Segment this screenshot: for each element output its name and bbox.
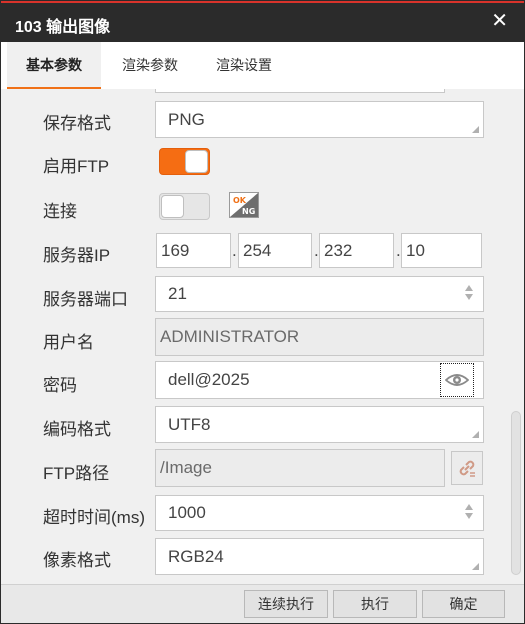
password-input[interactable]: dell@2025 xyxy=(155,361,484,399)
vertical-scrollbar[interactable] xyxy=(511,411,521,575)
svg-text:NG: NG xyxy=(242,207,255,216)
ip-octet-4-value: 10 xyxy=(406,240,425,260)
ip-octet-3-value: 232 xyxy=(324,240,353,260)
dropdown-corner-icon xyxy=(472,126,479,133)
server-ip-label: 服务器IP xyxy=(43,246,111,265)
ftp-path-label: FTP路径 xyxy=(43,464,110,483)
timeout-value: 1000 xyxy=(168,503,206,522)
eye-icon[interactable] xyxy=(440,363,474,397)
timeout-spinbox[interactable]: 1000 xyxy=(155,495,484,531)
connect-toggle[interactable] xyxy=(159,193,210,220)
ip-separator: . xyxy=(232,241,237,260)
enable-ftp-toggle[interactable] xyxy=(159,148,210,175)
link-icon[interactable] xyxy=(451,451,483,485)
spin-arrows-icon[interactable] xyxy=(465,285,473,305)
ip-octet-4-input[interactable]: 10 xyxy=(401,233,482,268)
svg-text:OK: OK xyxy=(233,196,247,205)
toggle-knob xyxy=(185,150,208,173)
tab-basic-params[interactable]: 基本参数 xyxy=(7,42,101,89)
enable-ftp-label: 启用FTP xyxy=(43,157,110,176)
ip-octet-1-value: 169 xyxy=(161,240,190,260)
spin-arrows-icon[interactable] xyxy=(465,504,473,524)
dropdown-corner-icon xyxy=(472,431,479,438)
form-content: 保存格式 PNG 启用FTP 连接 OK NG 服务器IP 169 . 254 … xyxy=(1,89,524,584)
server-port-spinbox[interactable]: 21 xyxy=(155,276,484,312)
ip-octet-1-input[interactable]: 169 xyxy=(156,233,231,268)
dropdown-corner-icon xyxy=(472,563,479,570)
encoding-label: 编码格式 xyxy=(43,420,111,439)
encoding-field[interactable]: UTF8 xyxy=(155,406,484,443)
connect-label: 连接 xyxy=(43,202,77,221)
window-title: 103 输出图像 xyxy=(15,19,111,36)
pixel-format-field[interactable]: RGB24 xyxy=(155,538,484,575)
pixel-format-label: 像素格式 xyxy=(43,551,111,570)
save-format-label: 保存格式 xyxy=(43,114,111,133)
output-image-dialog: 103 输出图像 ✕ 基本参数 渲染参数 渲染设置 保存格式 PNG 启用FTP… xyxy=(0,0,525,624)
tab-render-params[interactable]: 渲染参数 xyxy=(105,42,195,89)
tab-bar: 基本参数 渲染参数 渲染设置 xyxy=(1,42,524,89)
close-icon[interactable]: ✕ xyxy=(491,11,508,31)
toggle-knob xyxy=(161,195,184,218)
password-value: dell@2025 xyxy=(168,370,250,389)
save-format-value: PNG xyxy=(168,109,205,129)
server-port-label: 服务器端口 xyxy=(43,290,128,309)
password-label: 密码 xyxy=(43,376,77,395)
confirm-button[interactable]: 确定 xyxy=(422,590,505,618)
footer-bar: 连续执行 执行 确定 xyxy=(1,584,524,623)
tab-render-settings[interactable]: 渲染设置 xyxy=(199,42,289,89)
title-bar: 103 输出图像 ✕ xyxy=(1,1,524,42)
ftp-path-field: /Image xyxy=(155,449,445,487)
ip-octet-3-input[interactable]: 232 xyxy=(319,233,394,268)
run-continuous-button[interactable]: 连续执行 xyxy=(244,590,328,618)
ip-octet-2-value: 254 xyxy=(243,240,272,260)
timeout-label: 超时时间(ms) xyxy=(43,508,145,527)
save-format-field[interactable]: PNG xyxy=(155,101,484,138)
ok-ng-icon: OK NG xyxy=(229,192,259,218)
username-field: ADMINISTRATOR xyxy=(155,318,484,356)
server-port-value: 21 xyxy=(168,284,187,303)
ftp-path-value: /Image xyxy=(160,458,212,477)
pixel-format-value: RGB24 xyxy=(168,546,224,566)
username-label: 用户名 xyxy=(43,333,94,352)
run-button[interactable]: 执行 xyxy=(333,590,417,618)
previous-field-partial[interactable] xyxy=(155,89,445,93)
username-value: ADMINISTRATOR xyxy=(160,327,300,346)
ip-octet-2-input[interactable]: 254 xyxy=(238,233,312,268)
encoding-value: UTF8 xyxy=(168,414,211,434)
